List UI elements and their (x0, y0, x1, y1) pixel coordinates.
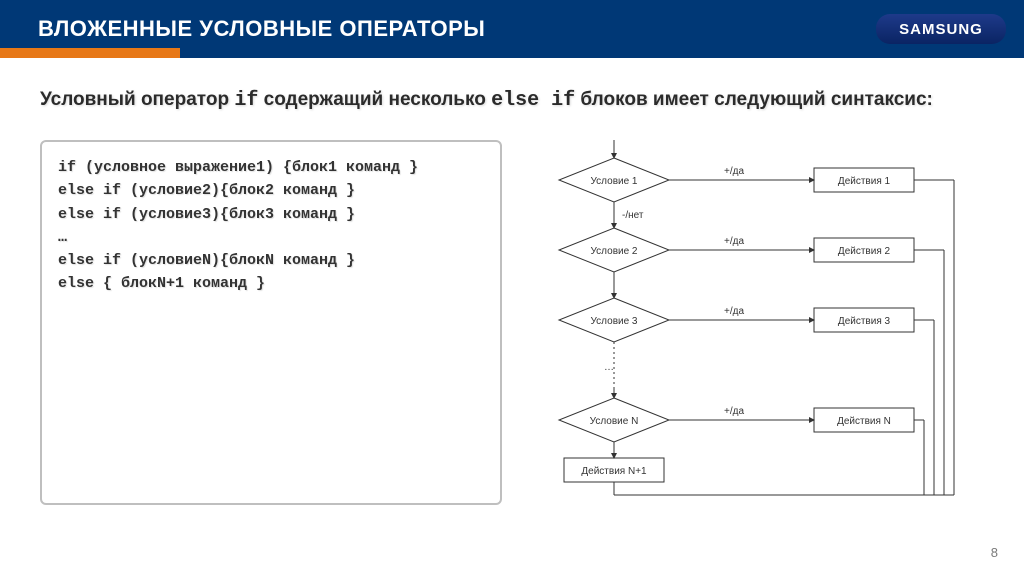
svg-text:Действия 1: Действия 1 (838, 176, 891, 187)
accent-stripe (0, 48, 180, 58)
code-line: else if (условие3){блок3 команд } (58, 203, 484, 226)
action-n: Действия N (814, 408, 914, 432)
svg-text:Действия 3: Действия 3 (838, 316, 891, 327)
page-number: 8 (991, 545, 998, 560)
svg-text:+/да: +/да (724, 166, 744, 177)
svg-text:Действия N: Действия N (837, 416, 891, 427)
content-area: Условный оператор if содержащий нескольк… (0, 58, 1024, 505)
code-block: if (условное выражение1) {блок1 команд }… (40, 140, 502, 505)
code-line: else { блокN+1 команд } (58, 272, 484, 295)
main-row: if (условное выражение1) {блок1 команд }… (40, 140, 984, 505)
svg-text:…: … (604, 362, 614, 373)
header-bar: ВЛОЖЕННЫЕ УСЛОВНЫЕ ОПЕРАТОРЫ SAMSUNG (0, 0, 1024, 58)
samsung-logo: SAMSUNG (876, 14, 1006, 44)
slide-title: ВЛОЖЕННЫЕ УСЛОВНЫЕ ОПЕРАТОРЫ (38, 16, 485, 42)
code-line: if (условное выражение1) {блок1 команд } (58, 156, 484, 179)
subtitle-text: Условный оператор if содержащий нескольк… (40, 86, 984, 116)
code-line: else if (условиеN){блокN команд } (58, 249, 484, 272)
code-line: else if (условие2){блок2 команд } (58, 179, 484, 202)
action-n1: Действия N+1 (564, 458, 664, 482)
svg-text:Условие 2: Условие 2 (591, 246, 638, 257)
action-3: Действия 3 (814, 308, 914, 332)
svg-text:+/да: +/да (724, 306, 744, 317)
flowchart: Условие 1 -/нет Условие 2 Условие 3 … (514, 140, 984, 505)
condition-3: Условие 3 (559, 298, 669, 342)
flowchart-svg: Условие 1 -/нет Условие 2 Условие 3 … (514, 140, 984, 500)
svg-text:+/да: +/да (724, 236, 744, 247)
svg-text:+/да: +/да (724, 406, 744, 417)
svg-text:Условие 3: Условие 3 (591, 316, 638, 327)
condition-2: Условие 2 (559, 228, 669, 272)
svg-text:Действия N+1: Действия N+1 (581, 466, 647, 477)
code-line: … (58, 226, 484, 249)
action-2: Действия 2 (814, 238, 914, 262)
svg-text:-/нет: -/нет (622, 210, 644, 221)
condition-n: Условие N (559, 398, 669, 442)
svg-text:Условие N: Условие N (590, 416, 639, 427)
condition-1: Условие 1 (559, 158, 669, 202)
action-1: Действия 1 (814, 168, 914, 192)
svg-text:Условие 1: Условие 1 (591, 176, 638, 187)
svg-text:Действия 2: Действия 2 (838, 246, 891, 257)
